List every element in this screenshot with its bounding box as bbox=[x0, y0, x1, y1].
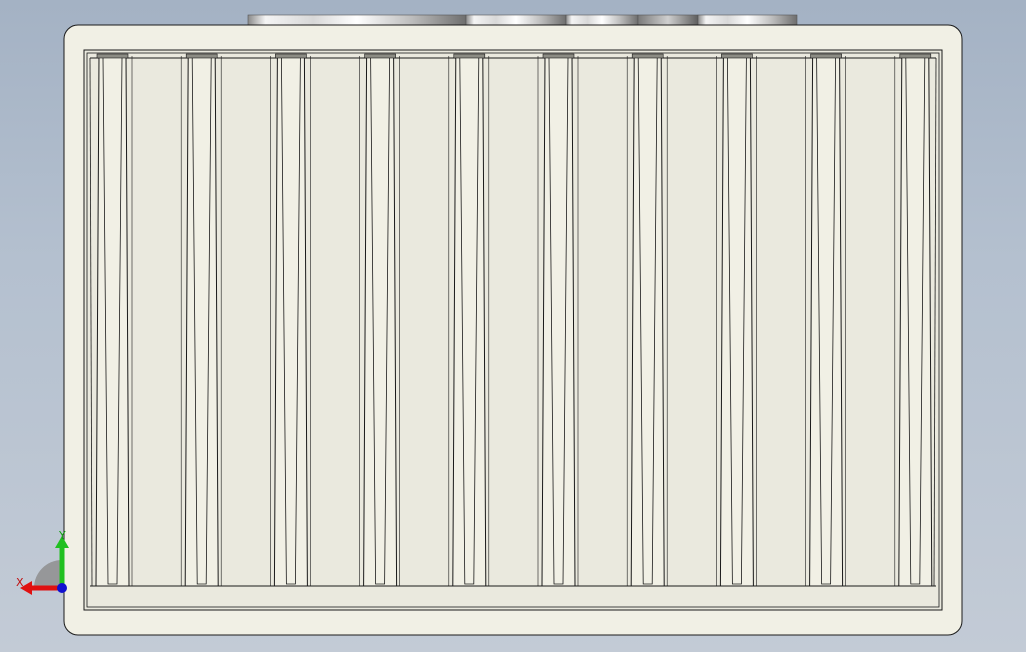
z-axis-dot bbox=[57, 583, 67, 593]
top-bar-strip bbox=[247, 14, 798, 26]
rib-top-cap bbox=[96, 53, 129, 59]
model-front-view[interactable] bbox=[0, 0, 1026, 652]
fin-rib bbox=[719, 53, 754, 587]
rib-outline bbox=[184, 55, 219, 587]
fin-rib bbox=[630, 53, 665, 587]
fin-rib bbox=[452, 53, 487, 587]
rib-top-cap bbox=[364, 53, 396, 59]
fin-rib bbox=[541, 53, 576, 587]
rib-outline bbox=[273, 55, 308, 587]
rib-outline bbox=[809, 55, 844, 587]
rib-outline bbox=[363, 55, 398, 587]
fin-rib bbox=[95, 53, 130, 587]
rib-top-cap bbox=[275, 53, 307, 59]
rib-outline bbox=[452, 55, 487, 587]
axis-triad: X Y bbox=[12, 530, 76, 602]
rib-outline bbox=[95, 55, 130, 587]
fin-rib bbox=[273, 53, 308, 587]
fin-rib bbox=[184, 53, 219, 587]
fin-rib bbox=[898, 53, 933, 587]
rib-outline bbox=[630, 55, 665, 587]
rib-outline bbox=[719, 55, 754, 587]
rib-top-cap bbox=[721, 53, 753, 59]
fin-rib bbox=[363, 53, 398, 587]
rib-top-cap bbox=[185, 53, 218, 59]
rib-top-cap bbox=[453, 53, 486, 59]
rib-top-cap bbox=[631, 53, 664, 59]
triad-quarter-disc bbox=[34, 560, 62, 588]
rib-top-cap bbox=[899, 53, 932, 59]
fin-rib bbox=[809, 53, 844, 587]
rib-outline bbox=[898, 55, 933, 587]
rib-outline bbox=[541, 55, 576, 587]
x-axis-label: X bbox=[16, 576, 24, 589]
rib-top-cap bbox=[810, 53, 842, 59]
y-axis-label: Y bbox=[59, 529, 66, 542]
rib-top-cap bbox=[542, 53, 575, 59]
graphics-viewport[interactable]: X Y bbox=[0, 0, 1026, 652]
